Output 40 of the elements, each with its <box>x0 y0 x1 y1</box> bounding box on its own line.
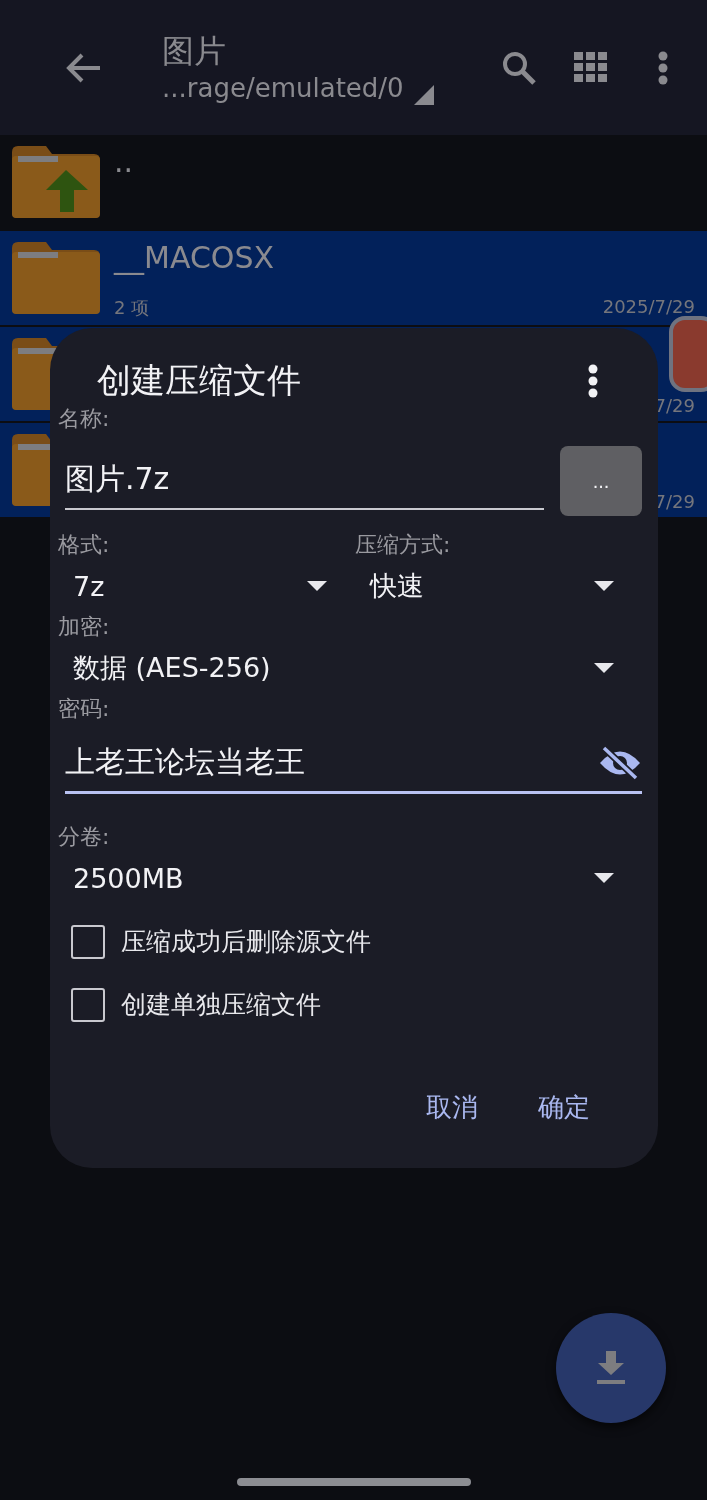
dropdown-caret-icon <box>594 581 614 591</box>
parent-folder-icon <box>12 146 100 218</box>
file-name: __MACOSX <box>114 240 276 275</box>
dialog-button[interactable]: 取消 <box>418 1084 486 1131</box>
field-label: 名称: <box>58 405 111 433</box>
floating-widget[interactable] <box>669 316 707 392</box>
folder-path[interactable]: ...rage/emulated/0 <box>162 70 404 105</box>
checkbox-label: 压缩成功后删除源文件 <box>121 926 371 958</box>
dropdown-caret-icon <box>594 663 614 673</box>
file-date: 2025/7/29 <box>602 296 695 319</box>
field-label: 分卷: <box>58 823 111 851</box>
checkbox[interactable] <box>71 924 105 959</box>
password-field[interactable]: 上老王论坛当老王 <box>65 736 642 794</box>
dialog-title: 创建压缩文件 <box>97 359 301 402</box>
encryption-dropdown[interactable]: 数据 (AES-256) <box>58 642 642 694</box>
corner-triangle-icon <box>413 84 434 105</box>
browse-button[interactable]: ... <box>560 446 642 516</box>
file-date: 7/29 <box>654 491 695 512</box>
checkbox[interactable] <box>71 987 105 1022</box>
field-label: 加密: <box>58 613 111 641</box>
more-icon[interactable] <box>588 364 598 398</box>
item-count: 2 项 <box>114 296 150 320</box>
method-dropdown[interactable]: 快速 <box>355 560 642 612</box>
name-field[interactable]: 图片.7z <box>65 452 544 510</box>
split-dropdown[interactable]: 2500MB <box>58 852 642 904</box>
file-name: .. <box>114 144 135 179</box>
format-dropdown[interactable]: 7z <box>58 560 355 612</box>
field-label: 压缩方式: <box>355 531 452 559</box>
file-row[interactable]: __MACOSX 2 项 2025/7/29 <box>0 231 707 325</box>
download-icon <box>596 1351 626 1385</box>
folder-title: 图片 <box>162 30 227 71</box>
folder-icon <box>12 242 100 314</box>
dropdown-caret-icon <box>307 581 327 591</box>
dialog-button[interactable]: 确定 <box>530 1084 598 1131</box>
file-date: 7/29 <box>654 395 695 416</box>
field-label: 格式: <box>58 531 111 559</box>
field-label: 密码: <box>58 695 111 723</box>
eye-off-icon[interactable] <box>598 745 642 780</box>
checkbox-label: 创建单独压缩文件 <box>121 989 321 1021</box>
dropdown-caret-icon <box>594 873 614 883</box>
